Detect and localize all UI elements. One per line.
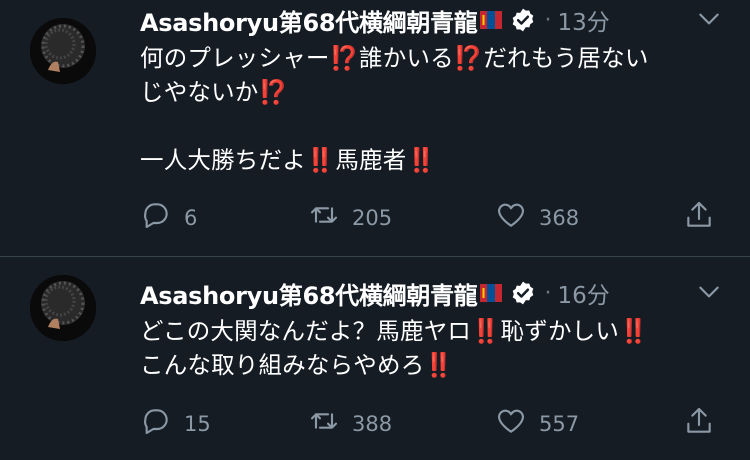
mongolia-flag-icon xyxy=(480,282,503,304)
separator-dot: · xyxy=(544,7,552,33)
retweet-count: 205 xyxy=(352,205,393,230)
tweet-header: Asashoryu第68代横綱朝青龍 · 13分 xyxy=(140,2,610,38)
retweet-count: 388 xyxy=(352,411,393,436)
timestamp[interactable]: 16分 xyxy=(557,276,609,310)
like-count: 557 xyxy=(539,411,580,436)
chevron-down-icon[interactable] xyxy=(696,279,722,305)
author-name[interactable]: Asashoryu第68代横綱朝青龍 xyxy=(140,3,478,38)
verified-badge-icon xyxy=(510,7,536,33)
chevron-down-icon[interactable] xyxy=(696,6,722,32)
mongolia-flag-icon xyxy=(480,9,503,31)
like-button[interactable]: 368 xyxy=(495,199,579,236)
tweet-1[interactable]: Asashoryu第68代横綱朝青龍 · 13分 何のプレッシャー⁉️誰かいる⁉… xyxy=(0,0,750,255)
reply-icon xyxy=(140,199,172,236)
reply-button[interactable]: 6 xyxy=(140,199,197,236)
like-count: 368 xyxy=(539,205,580,230)
share-button[interactable] xyxy=(683,199,715,236)
reply-count: 15 xyxy=(184,411,211,436)
tweet-header: Asashoryu第68代横綱朝青龍 · 16分 xyxy=(140,275,610,311)
retweet-icon xyxy=(308,199,340,236)
avatar[interactable] xyxy=(30,18,96,84)
like-button[interactable]: 557 xyxy=(495,405,579,442)
reply-icon xyxy=(140,405,172,442)
tweet-2[interactable]: Asashoryu第68代横綱朝青龍 · 16分 どこの大関なんだよ？馬鹿ヤロ‼… xyxy=(0,257,750,460)
retweet-button[interactable]: 388 xyxy=(308,405,392,442)
share-button[interactable] xyxy=(683,405,715,442)
timestamp[interactable]: 13分 xyxy=(557,3,609,37)
tweet-text: どこの大関なんだよ？馬鹿ヤロ‼️恥ずかしい‼️ こんな取り組みならやめろ‼️ xyxy=(140,317,649,379)
share-icon xyxy=(683,199,715,236)
reply-count: 6 xyxy=(184,205,198,230)
tweet-text: 何のプレッシャー⁉️誰かいる⁉️だれもう居ない じやないか⁉️ 一人大勝ちだよ‼… xyxy=(140,44,649,174)
avatar[interactable] xyxy=(30,275,96,341)
share-icon xyxy=(683,405,715,442)
retweet-button[interactable]: 205 xyxy=(308,199,392,236)
author-name[interactable]: Asashoryu第68代横綱朝青龍 xyxy=(140,276,478,311)
tweet-actions: 6 205 368 xyxy=(140,199,730,239)
verified-badge-icon xyxy=(510,280,536,306)
heart-icon xyxy=(495,405,527,442)
retweet-icon xyxy=(308,405,340,442)
heart-icon xyxy=(495,199,527,236)
separator-dot: · xyxy=(544,280,552,306)
tweet-actions: 15 388 557 xyxy=(140,405,730,445)
reply-button[interactable]: 15 xyxy=(140,405,211,442)
